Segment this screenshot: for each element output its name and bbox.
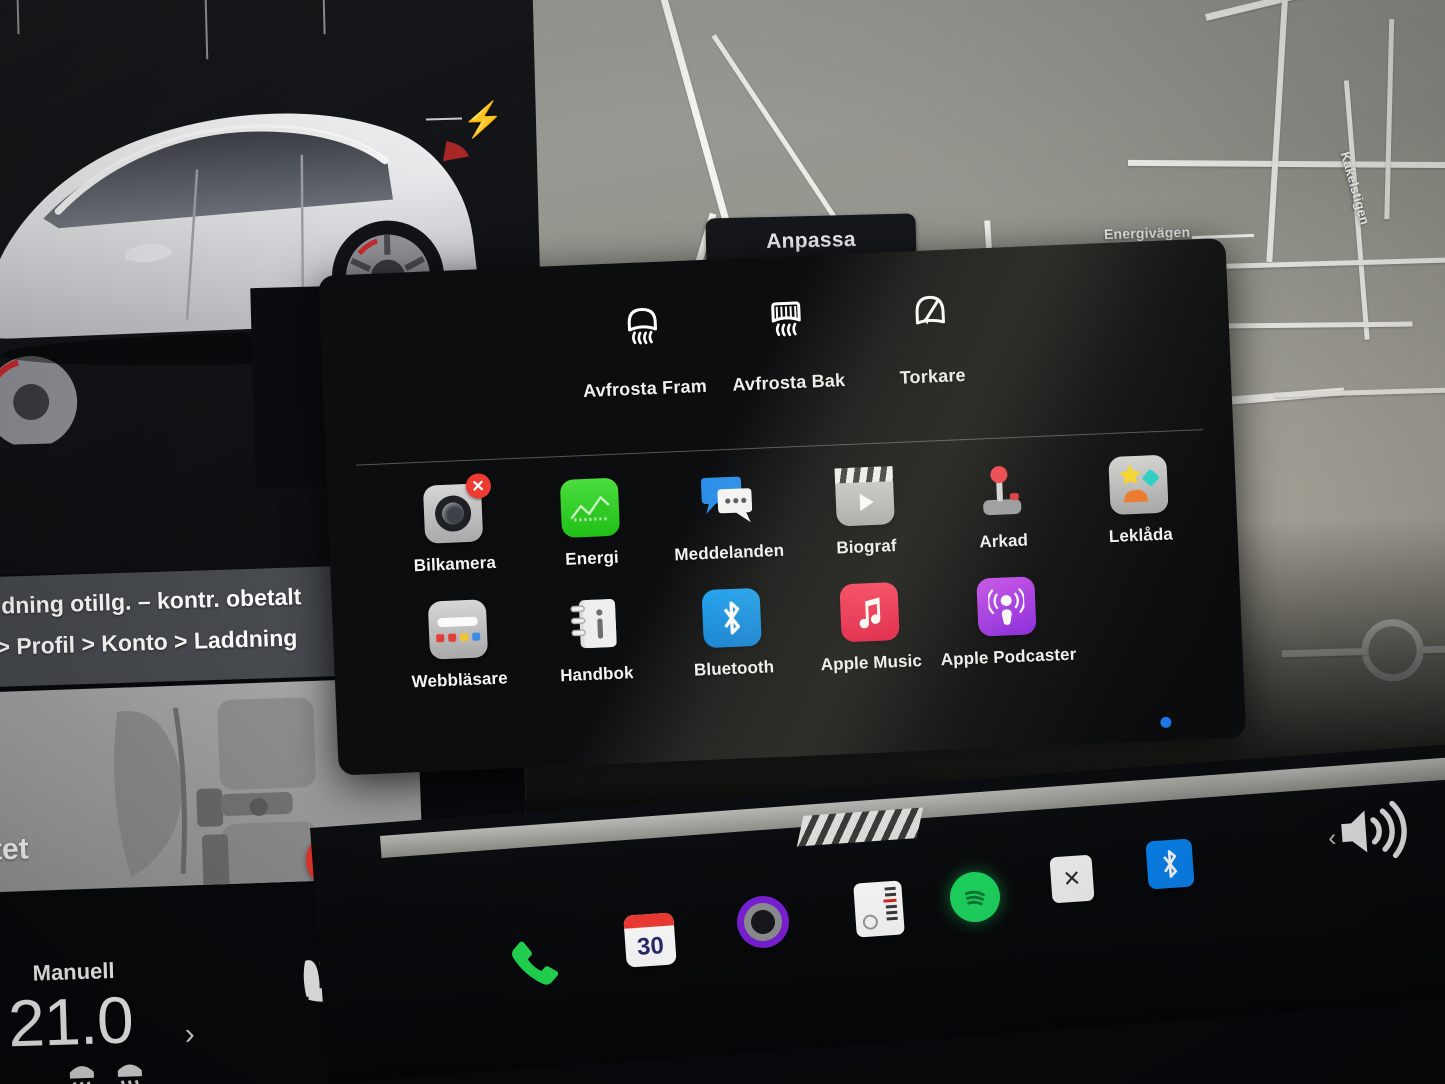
app-apple-podcaster[interactable]: Apple Podcaster bbox=[937, 575, 1078, 671]
messages-icon bbox=[697, 472, 757, 532]
climate-vent-icons[interactable] bbox=[61, 1053, 171, 1084]
app-label: Leklåda bbox=[1108, 524, 1174, 547]
apple-music-icon bbox=[839, 582, 900, 643]
manual-book-icon bbox=[570, 599, 617, 649]
browser-icon bbox=[427, 599, 488, 660]
app-label: Webbläsare bbox=[411, 668, 509, 692]
app-label: Bluetooth bbox=[693, 657, 775, 680]
quick-control-wipers[interactable]: Torkare bbox=[863, 290, 999, 390]
dock-item-spotify[interactable] bbox=[948, 870, 1002, 924]
app-handbok[interactable]: Handbok bbox=[525, 592, 666, 688]
climate-chevron-right-icon[interactable]: › bbox=[184, 1018, 195, 1052]
bluetooth-icon bbox=[701, 587, 763, 649]
app-label: Handbok bbox=[559, 663, 634, 686]
quick-control-label: Avfrosta Fram bbox=[582, 375, 708, 401]
energy-chart-icon bbox=[559, 477, 621, 539]
notification-line-1: dning otillg. – kontr. obetalt bbox=[0, 583, 302, 619]
climate-temperature-value[interactable]: 21.0 bbox=[7, 981, 134, 1061]
app-label: Energi bbox=[564, 547, 620, 569]
joystick-icon bbox=[983, 466, 1022, 516]
launcher-page-indicator-dot[interactable] bbox=[1160, 716, 1172, 729]
charge-port-bolt-icon: ⚡ bbox=[461, 100, 505, 140]
dock-item-camera[interactable] bbox=[735, 894, 791, 950]
app-label: Apple Music bbox=[820, 651, 923, 675]
app-energi[interactable]: Energi bbox=[520, 476, 661, 572]
app-leklada[interactable]: Leklåda bbox=[1069, 453, 1210, 549]
defrost-front-icon bbox=[627, 307, 658, 345]
volume-control[interactable]: ‹ bbox=[1327, 798, 1410, 870]
app-bluetooth[interactable]: Bluetooth bbox=[662, 586, 803, 682]
speaker-volume-icon[interactable] bbox=[1334, 798, 1410, 865]
dock-item-climate[interactable] bbox=[853, 880, 905, 938]
quick-control-label: Torkare bbox=[899, 364, 967, 388]
app-label: Biograf bbox=[835, 536, 897, 558]
app-label: Arkad bbox=[978, 530, 1029, 552]
toybox-icon bbox=[1108, 454, 1169, 516]
wiper-icon bbox=[915, 295, 945, 325]
dock-item-close[interactable]: ✕ bbox=[1049, 854, 1095, 904]
dock-item-bluetooth[interactable] bbox=[1145, 838, 1195, 890]
dock-item-calendar[interactable]: 30 bbox=[623, 912, 677, 968]
dock-close-x-label: ✕ bbox=[1049, 854, 1095, 904]
seat-panel-partial-text: tet bbox=[0, 832, 30, 867]
theater-clapper-icon bbox=[834, 466, 895, 527]
apple-podcasts-icon bbox=[976, 576, 1037, 637]
quick-controls-row: Avfrosta Fram Avfrosta Bak Torkare bbox=[576, 290, 1000, 403]
app-webblasare[interactable]: Webbläsare bbox=[388, 598, 529, 694]
notification-line-2: > Profil > Konto > Laddning bbox=[0, 624, 298, 660]
tesla-touchscreen-photo: Energivägen Kakelstigen Anpassa ⚡ dning … bbox=[0, 0, 1445, 1084]
dock-item-phone[interactable] bbox=[503, 934, 567, 1003]
app-meddelanden[interactable]: Meddelanden bbox=[657, 470, 798, 566]
app-bilkamera[interactable]: ✕ Bilkamera bbox=[383, 472, 524, 578]
defrost-rear-icon bbox=[771, 301, 801, 337]
quick-control-defrost-rear[interactable]: Avfrosta Bak bbox=[719, 296, 855, 396]
app-biograf[interactable]: Biograf bbox=[795, 464, 936, 560]
quick-control-label: Avfrosta Bak bbox=[732, 370, 846, 395]
app-label: Meddelanden bbox=[674, 540, 785, 565]
app-apple-music[interactable]: Apple Music bbox=[799, 580, 940, 676]
quick-control-defrost-front[interactable]: Avfrosta Fram bbox=[576, 302, 712, 402]
app-badge-error: ✕ bbox=[465, 472, 492, 499]
app-grid: ✕ Bilkamera Energi Meddelanden Biograf A… bbox=[383, 453, 1215, 693]
charging-notification-card[interactable]: dning otillg. – kontr. obetalt > Profil … bbox=[0, 565, 362, 695]
app-label: Apple Podcaster bbox=[940, 644, 1077, 670]
app-label: Bilkamera bbox=[413, 552, 497, 576]
calendar-day-number: 30 bbox=[636, 931, 665, 961]
app-launcher-panel[interactable]: Avfrosta Fram Avfrosta Bak Torkare ✕ Bil… bbox=[318, 237, 1247, 776]
app-arkad[interactable]: Arkad bbox=[932, 459, 1073, 555]
